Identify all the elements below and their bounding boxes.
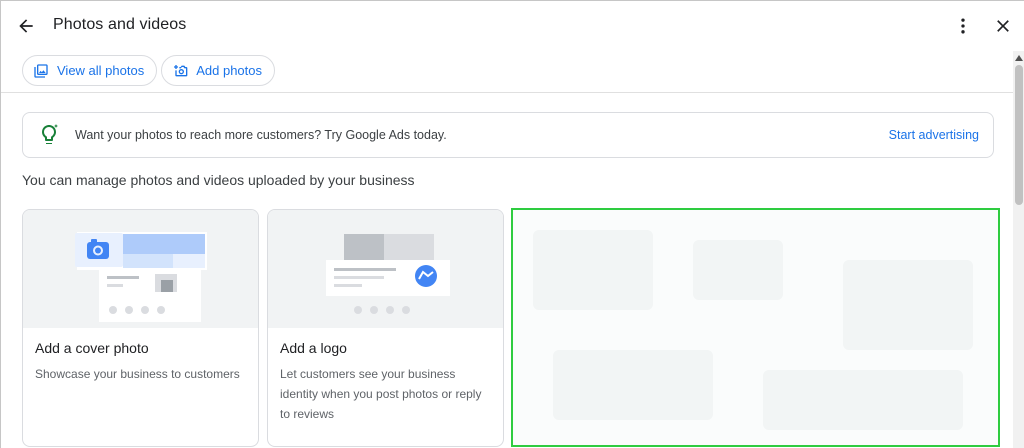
scroll-up-arrow[interactable] <box>1013 51 1024 65</box>
add-cover-photo-card[interactable]: Add a cover photo Showcase your business… <box>22 209 259 447</box>
header-divider <box>1 92 1013 93</box>
logo-graphic <box>326 234 450 314</box>
start-advertising-link[interactable]: Start advertising <box>889 128 979 142</box>
logo-illustration <box>268 210 503 328</box>
caret-up-icon <box>1015 55 1023 61</box>
card-description: Showcase your business to customers <box>35 367 240 381</box>
dialog-scrollbar[interactable] <box>1013 51 1024 448</box>
add-logo-card[interactable]: Add a logo Let customers see your busine… <box>267 209 504 447</box>
view-all-photos-label: View all photos <box>57 63 145 78</box>
add-photos-label: Add photos <box>196 63 262 78</box>
placeholder-shape <box>533 230 653 310</box>
dialog-title: Photos and videos <box>53 16 187 33</box>
close-button[interactable] <box>991 13 1015 39</box>
card-title: Add a cover photo <box>35 340 149 356</box>
section-description: You can manage photos and videos uploade… <box>22 172 415 188</box>
card-title: Add a logo <box>280 340 347 356</box>
add-photos-button[interactable]: Add photos <box>161 55 275 86</box>
more-vert-icon <box>961 18 965 34</box>
highlighted-photo-card[interactable] <box>511 208 1000 447</box>
arrow-left-icon <box>19 19 33 33</box>
close-icon <box>997 20 1009 32</box>
add-photo-icon <box>174 64 188 76</box>
cover-photo-illustration <box>23 210 258 328</box>
lightbulb-icon <box>42 124 58 144</box>
placeholder-shape <box>763 370 963 430</box>
dialog-header: Photos and videos <box>1 1 1024 51</box>
placeholder-shape <box>693 240 783 300</box>
photos-dialog: Photos and videos View all photos Add ph… <box>0 0 1024 448</box>
cover-photo-graphic <box>75 232 207 322</box>
card-description: Let customers see your business identity… <box>280 367 482 421</box>
banner-text: Want your photos to reach more customers… <box>75 128 447 142</box>
scroll-thumb[interactable] <box>1015 65 1023 205</box>
view-all-photos-button[interactable]: View all photos <box>22 55 158 86</box>
back-button[interactable] <box>13 13 39 39</box>
ads-promo-banner: Want your photos to reach more customers… <box>22 112 994 158</box>
placeholder-shape <box>843 260 973 350</box>
photo-actions: View all photos Add photos <box>22 55 275 86</box>
photo-library-icon <box>34 63 48 78</box>
more-options-button[interactable] <box>951 13 975 39</box>
placeholder-shape <box>553 350 713 420</box>
